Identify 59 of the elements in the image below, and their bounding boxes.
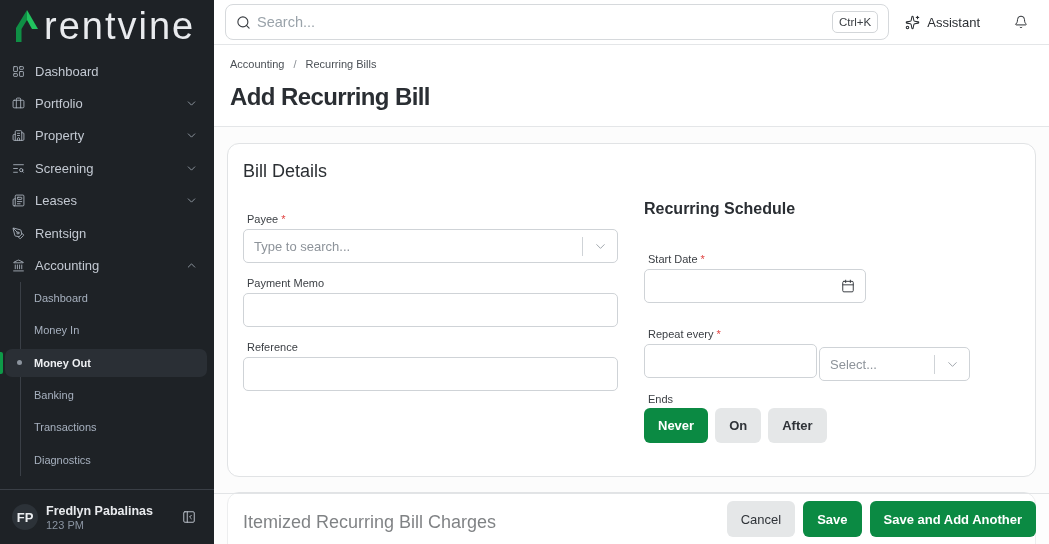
bank-icon bbox=[12, 259, 25, 273]
subnav-item[interactable]: Banking bbox=[5, 380, 207, 410]
field-label: Payment Memo bbox=[247, 276, 326, 290]
logo-text: rentvine bbox=[44, 5, 196, 46]
field-label: Repeat every * bbox=[648, 327, 721, 341]
nav-item[interactable]: Property bbox=[0, 119, 214, 153]
save-button[interactable]: Save bbox=[803, 501, 862, 537]
subnav-item[interactable]: Diagnostics bbox=[5, 445, 207, 475]
building-icon bbox=[12, 129, 25, 143]
bullet-icon bbox=[17, 360, 22, 366]
nav-item[interactable]: Portfolio bbox=[0, 87, 214, 120]
subnav-item[interactable]: Dashboard bbox=[5, 283, 207, 313]
breadcrumb-link[interactable]: Recurring Bills bbox=[305, 57, 377, 71]
assistant-button[interactable]: Assistant bbox=[905, 14, 980, 30]
page-title: Add Recurring Bill bbox=[230, 82, 430, 112]
combobox-field[interactable]: Type to search... bbox=[243, 229, 618, 263]
nav-item[interactable]: Screening bbox=[0, 152, 214, 185]
save-and-add-button[interactable]: Save and Add Another bbox=[869, 501, 1036, 537]
search-icon bbox=[236, 14, 251, 30]
breadcrumb-separator: / bbox=[293, 57, 297, 71]
user-subtitle: 123 PM bbox=[46, 518, 84, 531]
shortcut-hint: Ctrl+K bbox=[831, 11, 879, 33]
card-title: Bill Details bbox=[243, 160, 328, 182]
pen-icon bbox=[12, 226, 25, 240]
option-button[interactable]: Never bbox=[644, 408, 709, 443]
sparkles-icon bbox=[905, 14, 921, 30]
cancel-button[interactable]: Cancel bbox=[726, 501, 796, 537]
bell-icon[interactable] bbox=[1014, 15, 1028, 29]
active-indicator bbox=[0, 351, 3, 374]
grid-icon bbox=[12, 64, 25, 78]
input-field[interactable] bbox=[243, 357, 618, 391]
field-label: Ends bbox=[648, 392, 674, 406]
nav-item[interactable]: Dashboard bbox=[0, 55, 214, 88]
nav-item[interactable]: Accounting bbox=[0, 249, 214, 282]
field-label: Payee * bbox=[247, 212, 287, 226]
user-avatar: FP bbox=[12, 504, 38, 530]
nav-item[interactable]: Leases bbox=[0, 184, 214, 217]
field-label: Start Date * bbox=[648, 252, 705, 266]
search-list-icon bbox=[12, 161, 25, 175]
input-field[interactable] bbox=[243, 293, 618, 327]
calendar-icon bbox=[841, 279, 855, 293]
field-label: Reference bbox=[247, 340, 299, 354]
user-name: Fredlyn Pabalinas bbox=[46, 503, 153, 518]
breadcrumb-link[interactable]: Accounting bbox=[230, 57, 285, 71]
card-title: Itemized Recurring Bill Charges bbox=[243, 511, 497, 533]
document-icon bbox=[12, 194, 25, 208]
section-heading: Recurring Schedule bbox=[644, 200, 796, 218]
select-field[interactable]: Select... bbox=[819, 347, 970, 381]
option-button[interactable]: On bbox=[715, 408, 762, 443]
subnav-item[interactable]: Transactions bbox=[5, 413, 207, 442]
sidebar-collapse-icon[interactable] bbox=[182, 510, 196, 524]
subnav-item[interactable]: Money In bbox=[5, 316, 207, 345]
number-field[interactable] bbox=[644, 344, 817, 378]
nav-item[interactable]: Rentsign bbox=[0, 216, 214, 250]
option-button[interactable]: After bbox=[768, 408, 827, 443]
logo-icon bbox=[16, 9, 38, 42]
date-field[interactable] bbox=[644, 269, 866, 303]
subnav-item[interactable]: Money Out bbox=[5, 348, 207, 377]
briefcase-icon bbox=[12, 97, 25, 111]
